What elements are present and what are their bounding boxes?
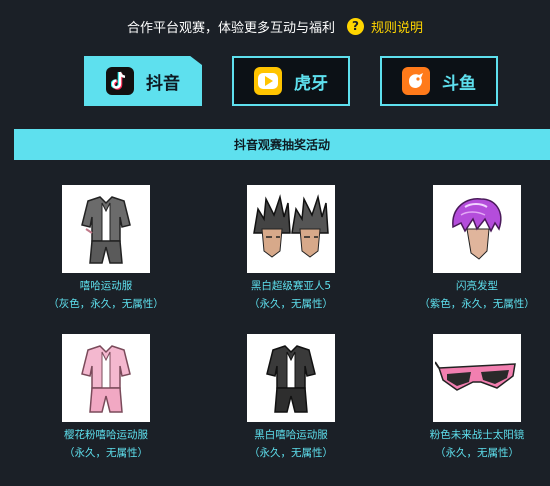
prize-name: 闪亮发型 <box>456 280 498 292</box>
tab-huya[interactable]: 虎牙 <box>232 56 350 106</box>
pink-sunglasses-image <box>433 334 521 422</box>
purple-hair-image <box>433 185 521 273</box>
prize-item[interactable]: 嘻哈运动服 （灰色，永久，无属性） <box>21 185 191 311</box>
section-title: 抖音观赛抽奖活动 <box>233 138 330 152</box>
gray-hiphop-outfit-image <box>62 185 150 273</box>
prize-desc: （灰色，永久，无属性） <box>48 298 164 310</box>
prize-desc: （永久，无属性） <box>64 447 148 459</box>
prize-name: 黑白超级赛亚人5 <box>250 280 332 292</box>
prize-desc: （永久，无属性） <box>435 447 519 459</box>
prize-name: 黑白嘻哈运动服 <box>254 429 328 441</box>
prize-item[interactable]: 黑白超级赛亚人5 （永久，无属性） <box>206 185 376 311</box>
super-saiyan-hair-image <box>247 185 335 273</box>
douyin-logo-icon <box>106 67 134 95</box>
prize-name: 樱花粉嘻哈运动服 <box>64 429 148 441</box>
prize-name: 粉色未来战士太阳镜 <box>429 429 525 441</box>
tab-douyu-label: 斗鱼 <box>442 73 476 94</box>
header-text: 合作平台观赛，体验更多互动与福利 <box>126 20 335 36</box>
tab-douyu[interactable]: 斗鱼 <box>380 56 498 106</box>
tab-douyin-label: 抖音 <box>146 73 180 94</box>
black-white-hiphop-outfit-image <box>247 334 335 422</box>
huya-logo-icon <box>254 67 282 95</box>
question-mark-icon[interactable]: ? <box>347 17 364 35</box>
prize-item[interactable]: 樱花粉嘻哈运动服 （永久，无属性） <box>21 334 191 460</box>
pink-hiphop-outfit-image <box>62 334 150 422</box>
tab-huya-label: 虎牙 <box>294 73 328 94</box>
prize-desc: （永久，无属性） <box>249 447 333 459</box>
prize-name: 嘻哈运动服 <box>79 280 133 292</box>
prize-item[interactable]: 粉色未来战士太阳镜 （永久，无属性） <box>392 334 550 460</box>
header-bar: 合作平台观赛，体验更多互动与福利 ? 规则说明 <box>0 12 550 40</box>
prize-item[interactable]: 闪亮发型 （紫色，永久，无属性） <box>392 185 550 311</box>
douyu-logo-icon <box>402 67 430 95</box>
prize-desc: （永久，无属性） <box>249 298 333 310</box>
section-banner: 抖音观赛抽奖活动 <box>14 129 550 160</box>
prize-desc: （紫色，永久，无属性） <box>419 298 535 310</box>
tab-douyin[interactable]: 抖音 <box>84 56 202 106</box>
prize-item[interactable]: 黑白嘻哈运动服 （永久，无属性） <box>206 334 376 460</box>
rules-link[interactable]: 规则说明 <box>371 17 423 36</box>
